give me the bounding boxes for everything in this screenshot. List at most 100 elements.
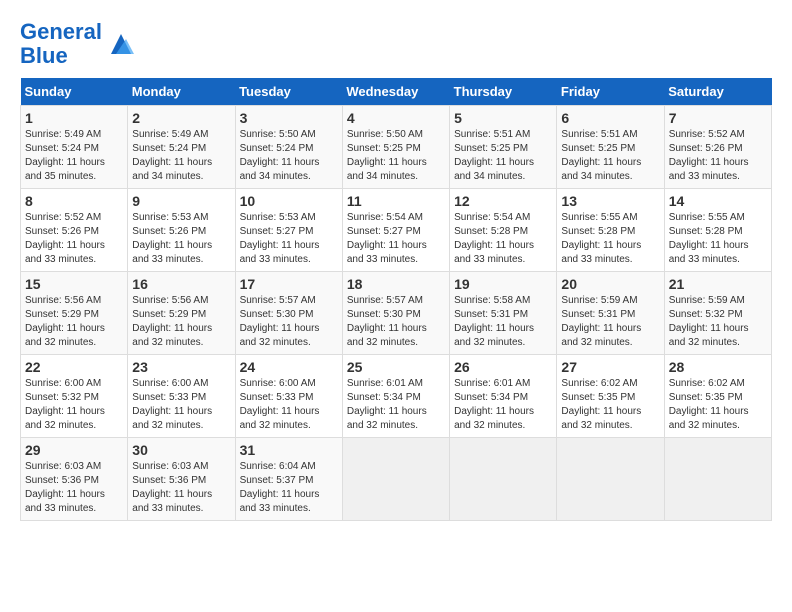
day-number: 29: [25, 442, 123, 458]
calendar-cell: 20Sunrise: 5:59 AMSunset: 5:31 PMDayligh…: [557, 272, 664, 355]
logo-icon: [106, 29, 136, 59]
day-number: 28: [669, 359, 767, 375]
header-day-monday: Monday: [128, 78, 235, 106]
calendar-cell: 10 Sunrise: 5:53 AMSunset: 5:27 PMDayligh…: [235, 189, 342, 272]
day-info: Sunrise: 5:54 AMSunset: 5:28 PMDaylight:…: [454, 211, 552, 267]
calendar-cell: 18 Sunrise: 5:57 AMSunset: 5:30 PMDayligh…: [342, 272, 449, 355]
calendar-cell: 9 Sunrise: 5:53 AMSunset: 5:26 PMDaylight…: [128, 189, 235, 272]
calendar-cell: 15 Sunrise: 5:56 AMSunset: 5:29 PMDayligh…: [21, 272, 128, 355]
calendar-cell: 27Sunrise: 6:02 AMSunset: 5:35 PMDayligh…: [557, 355, 664, 438]
day-number: 21: [669, 276, 767, 292]
day-number: 30: [132, 442, 230, 458]
day-number: 31: [240, 442, 338, 458]
day-number: 14: [669, 193, 767, 209]
calendar-cell: 12Sunrise: 5:54 AMSunset: 5:28 PMDayligh…: [450, 189, 557, 272]
day-info: Sunrise: 5:52 AMSunset: 5:26 PMDaylight:…: [25, 211, 123, 267]
logo: GeneralBlue: [20, 20, 136, 68]
day-info: Sunrise: 5:51 AMSunset: 5:25 PMDaylight:…: [454, 128, 552, 184]
header-row: SundayMondayTuesdayWednesdayThursdayFrid…: [21, 78, 772, 106]
day-info: Sunrise: 6:02 AMSunset: 5:35 PMDaylight:…: [669, 377, 767, 433]
day-number: 1: [25, 110, 123, 126]
calendar-cell: 11 Sunrise: 5:54 AMSunset: 5:27 PMDayligh…: [342, 189, 449, 272]
calendar-cell: 30 Sunrise: 6:03 AMSunset: 5:36 PMDayligh…: [128, 438, 235, 521]
header-day-friday: Friday: [557, 78, 664, 106]
calendar-cell: 28 Sunrise: 6:02 AMSunset: 5:35 PMDayligh…: [664, 355, 771, 438]
day-number: 17: [240, 276, 338, 292]
day-number: 26: [454, 359, 552, 375]
calendar-cell: 19 Sunrise: 5:58 AMSunset: 5:31 PMDayligh…: [450, 272, 557, 355]
day-number: 25: [347, 359, 445, 375]
day-info: Sunrise: 5:55 AMSunset: 5:28 PMDaylight:…: [669, 211, 767, 267]
calendar-table: SundayMondayTuesdayWednesdayThursdayFrid…: [20, 78, 772, 521]
day-number: 16: [132, 276, 230, 292]
calendar-body: 1 Sunrise: 5:49 AMSunset: 5:24 PMDaylight…: [21, 106, 772, 521]
day-number: 10: [240, 193, 338, 209]
calendar-week-2: 8 Sunrise: 5:52 AMSunset: 5:26 PMDaylight…: [21, 189, 772, 272]
calendar-cell: [557, 438, 664, 521]
day-number: 23: [132, 359, 230, 375]
day-number: 9: [132, 193, 230, 209]
day-number: 24: [240, 359, 338, 375]
calendar-cell: 21 Sunrise: 5:59 AMSunset: 5:32 PMDayligh…: [664, 272, 771, 355]
calendar-cell: 14 Sunrise: 5:55 AMSunset: 5:28 PMDayligh…: [664, 189, 771, 272]
calendar-week-5: 29 Sunrise: 6:03 AMSunset: 5:36 PMDayligh…: [21, 438, 772, 521]
header-day-saturday: Saturday: [664, 78, 771, 106]
calendar-cell: 6Sunrise: 5:51 AMSunset: 5:25 PMDaylight…: [557, 106, 664, 189]
calendar-cell: 29 Sunrise: 6:03 AMSunset: 5:36 PMDayligh…: [21, 438, 128, 521]
day-info: Sunrise: 6:03 AMSunset: 5:36 PMDaylight:…: [132, 460, 230, 516]
calendar-week-4: 22Sunrise: 6:00 AMSunset: 5:32 PMDayligh…: [21, 355, 772, 438]
day-info: Sunrise: 5:53 AMSunset: 5:27 PMDaylight:…: [240, 211, 338, 267]
calendar-cell: 26 Sunrise: 6:01 AMSunset: 5:34 PMDayligh…: [450, 355, 557, 438]
day-info: Sunrise: 5:57 AMSunset: 5:30 PMDaylight:…: [347, 294, 445, 350]
calendar-header: SundayMondayTuesdayWednesdayThursdayFrid…: [21, 78, 772, 106]
day-info: Sunrise: 6:01 AMSunset: 5:34 PMDaylight:…: [347, 377, 445, 433]
day-number: 15: [25, 276, 123, 292]
day-number: 19: [454, 276, 552, 292]
calendar-cell: [450, 438, 557, 521]
day-number: 11: [347, 193, 445, 209]
day-info: Sunrise: 6:00 AMSunset: 5:32 PMDaylight:…: [25, 377, 123, 433]
calendar-cell: 1 Sunrise: 5:49 AMSunset: 5:24 PMDaylight…: [21, 106, 128, 189]
day-number: 2: [132, 110, 230, 126]
calendar-cell: 7 Sunrise: 5:52 AMSunset: 5:26 PMDaylight…: [664, 106, 771, 189]
day-info: Sunrise: 5:52 AMSunset: 5:26 PMDaylight:…: [669, 128, 767, 184]
calendar-cell: 2Sunrise: 5:49 AMSunset: 5:24 PMDaylight…: [128, 106, 235, 189]
calendar-cell: 5Sunrise: 5:51 AMSunset: 5:25 PMDaylight…: [450, 106, 557, 189]
day-number: 6: [561, 110, 659, 126]
calendar-week-3: 15 Sunrise: 5:56 AMSunset: 5:29 PMDayligh…: [21, 272, 772, 355]
day-info: Sunrise: 5:59 AMSunset: 5:32 PMDaylight:…: [669, 294, 767, 350]
day-info: Sunrise: 5:54 AMSunset: 5:27 PMDaylight:…: [347, 211, 445, 267]
day-info: Sunrise: 5:49 AMSunset: 5:24 PMDaylight:…: [25, 128, 123, 184]
day-info: Sunrise: 5:59 AMSunset: 5:31 PMDaylight:…: [561, 294, 659, 350]
day-info: Sunrise: 6:04 AMSunset: 5:37 PMDaylight:…: [240, 460, 338, 516]
day-info: Sunrise: 5:55 AMSunset: 5:28 PMDaylight:…: [561, 211, 659, 267]
day-info: Sunrise: 5:56 AMSunset: 5:29 PMDaylight:…: [25, 294, 123, 350]
day-number: 18: [347, 276, 445, 292]
calendar-cell: [664, 438, 771, 521]
calendar-cell: 31 Sunrise: 6:04 AMSunset: 5:37 PMDayligh…: [235, 438, 342, 521]
header-day-sunday: Sunday: [21, 78, 128, 106]
calendar-cell: 25 Sunrise: 6:01 AMSunset: 5:34 PMDayligh…: [342, 355, 449, 438]
calendar-cell: 17 Sunrise: 5:57 AMSunset: 5:30 PMDayligh…: [235, 272, 342, 355]
calendar-cell: 13 Sunrise: 5:55 AMSunset: 5:28 PMDayligh…: [557, 189, 664, 272]
day-info: Sunrise: 5:58 AMSunset: 5:31 PMDaylight:…: [454, 294, 552, 350]
day-info: Sunrise: 6:00 AMSunset: 5:33 PMDaylight:…: [240, 377, 338, 433]
day-info: Sunrise: 6:01 AMSunset: 5:34 PMDaylight:…: [454, 377, 552, 433]
day-info: Sunrise: 5:50 AMSunset: 5:24 PMDaylight:…: [240, 128, 338, 184]
day-info: Sunrise: 5:57 AMSunset: 5:30 PMDaylight:…: [240, 294, 338, 350]
day-info: Sunrise: 5:56 AMSunset: 5:29 PMDaylight:…: [132, 294, 230, 350]
day-number: 13: [561, 193, 659, 209]
day-number: 3: [240, 110, 338, 126]
calendar-cell: 23Sunrise: 6:00 AMSunset: 5:33 PMDayligh…: [128, 355, 235, 438]
day-number: 7: [669, 110, 767, 126]
day-number: 4: [347, 110, 445, 126]
calendar-cell: [342, 438, 449, 521]
calendar-cell: 3 Sunrise: 5:50 AMSunset: 5:24 PMDaylight…: [235, 106, 342, 189]
calendar-week-1: 1 Sunrise: 5:49 AMSunset: 5:24 PMDaylight…: [21, 106, 772, 189]
day-info: Sunrise: 6:03 AMSunset: 5:36 PMDaylight:…: [25, 460, 123, 516]
calendar-cell: 16 Sunrise: 5:56 AMSunset: 5:29 PMDayligh…: [128, 272, 235, 355]
page-header: GeneralBlue: [20, 20, 772, 68]
day-info: Sunrise: 5:53 AMSunset: 5:26 PMDaylight:…: [132, 211, 230, 267]
day-number: 8: [25, 193, 123, 209]
header-day-wednesday: Wednesday: [342, 78, 449, 106]
